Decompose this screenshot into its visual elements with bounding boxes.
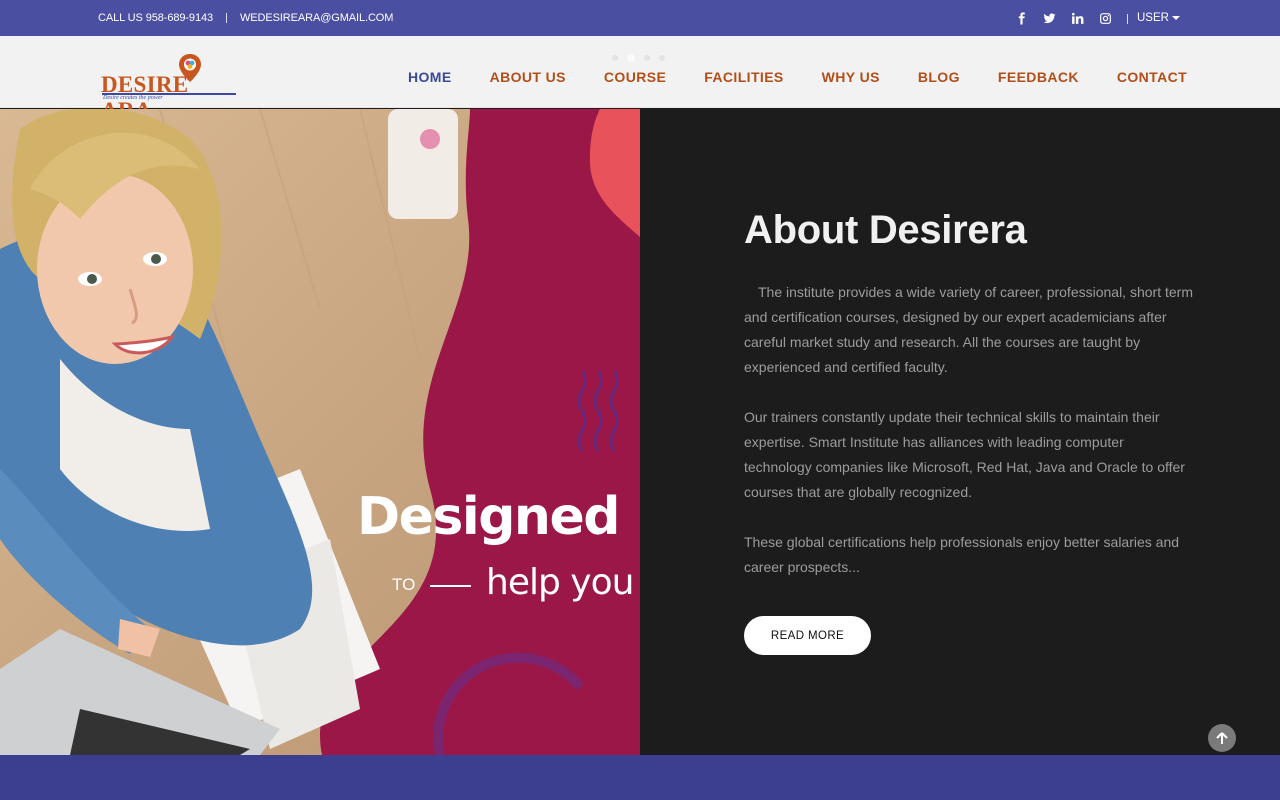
hero-illustration: [0, 109, 640, 755]
caret-down-icon: [1171, 16, 1180, 20]
hero-banner: Designed TO help you: [0, 109, 640, 755]
user-label: USER: [1137, 12, 1169, 24]
slider-dot[interactable]: [659, 55, 665, 61]
linkedin-icon[interactable]: [1069, 10, 1086, 27]
nav-contact[interactable]: CONTACT: [1117, 69, 1187, 85]
phone-number[interactable]: CALL US 958-689-9143: [98, 12, 213, 24]
nav-course[interactable]: COURSE: [604, 69, 666, 85]
nav-facilities[interactable]: FACILITIES: [704, 69, 783, 85]
about-section: About Desirera The institute provides a …: [640, 109, 1280, 755]
about-paragraph: These global certifications help profess…: [744, 534, 1180, 575]
slider-dot[interactable]: [612, 55, 618, 61]
nav-why-us[interactable]: WHY US: [822, 69, 880, 85]
nav-feedback[interactable]: FEEDBACK: [998, 69, 1079, 85]
contact-info: CALL US 958-689-9143 WEDESIREARA@GMAIL.C…: [98, 12, 393, 24]
about-paragraph: The institute provides a wide variety of…: [744, 284, 1193, 375]
nav-about-us[interactable]: ABOUT US: [490, 69, 566, 85]
nav-blog[interactable]: BLOG: [918, 69, 960, 85]
twitter-icon[interactable]: [1041, 10, 1058, 27]
social-links: [1013, 10, 1138, 27]
slider-dots: [612, 54, 674, 62]
divider: [226, 13, 228, 23]
site-logo[interactable]: DESIREARA Desire creates the power: [101, 53, 241, 123]
scroll-to-top-button[interactable]: [1208, 724, 1236, 752]
email-address[interactable]: WEDESIREARA@GMAIL.COM: [240, 12, 393, 24]
logo-tagline: Desire creates the power: [103, 95, 163, 101]
slogan-to: TO: [392, 575, 416, 594]
slogan-sub: help you: [486, 562, 634, 603]
user-menu[interactable]: USER: [1137, 12, 1180, 24]
slider-dot[interactable]: [644, 55, 650, 61]
facebook-icon[interactable]: [1013, 10, 1030, 27]
slogan-dash: [430, 585, 471, 587]
instagram-icon[interactable]: [1097, 10, 1114, 27]
main-menu: HOME ABOUT US COURSE FACILITIES WHY US B…: [408, 69, 1225, 85]
top-bar: CALL US 958-689-9143 WEDESIREARA@GMAIL.C…: [0, 0, 1280, 36]
main-navbar: DESIREARA Desire creates the power HOME …: [0, 36, 1280, 123]
next-section-band: [0, 755, 1280, 800]
slider-dot[interactable]: [627, 54, 635, 62]
read-more-button[interactable]: READ MORE: [744, 616, 871, 655]
about-title: About Desirera: [744, 208, 1027, 252]
divider: [1127, 13, 1128, 24]
nav-home[interactable]: HOME: [408, 69, 452, 85]
slogan-main: Designed: [357, 487, 620, 547]
about-paragraph: Our trainers constantly update their tec…: [744, 409, 1185, 500]
arrow-up-icon: [1216, 732, 1228, 744]
